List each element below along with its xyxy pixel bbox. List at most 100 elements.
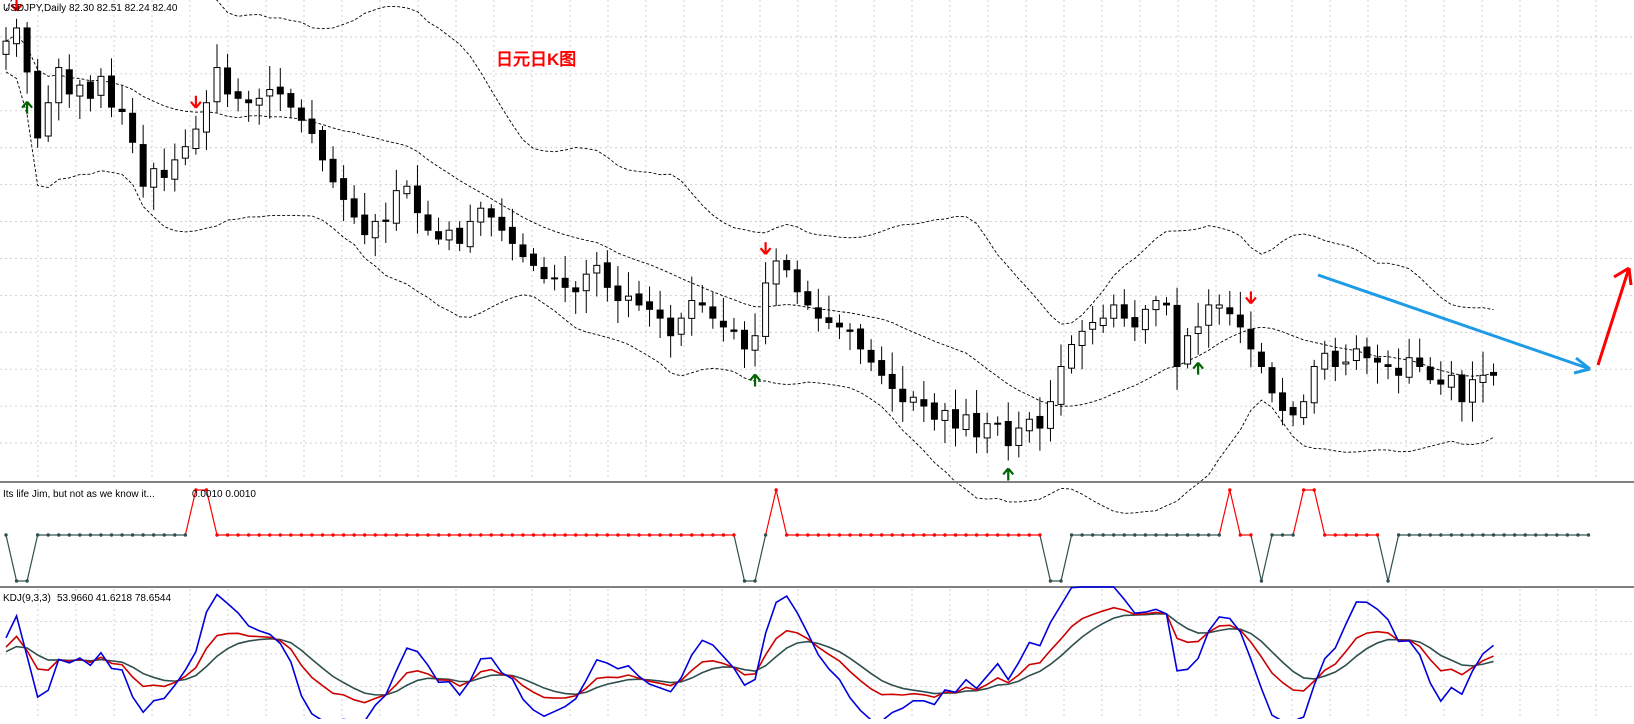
jim-point [1375,533,1380,537]
jim-point [943,533,947,537]
candle-body [698,302,706,306]
jim-point [320,533,325,537]
jim-point [479,533,483,537]
candle-body [1342,361,1350,365]
kdj-indicator-values: 53.9660 41.6218 78.6544 [57,593,171,604]
jim-point [996,533,1000,537]
candle-body [340,178,348,200]
jim-point [1449,533,1454,537]
jim-point [1555,533,1559,537]
jim-point [690,533,694,537]
jim-point [57,533,61,537]
candle-body [899,388,907,403]
jim-point [848,533,852,537]
jim-point [1323,533,1327,537]
kdj-indicator-label: KDJ(9,3,3) [3,593,51,604]
candle-body [55,67,63,104]
candle-body [65,69,73,95]
jim-point [4,533,8,537]
candle-body [846,329,854,332]
candle-body [1015,427,1023,446]
candle-body [1078,330,1086,346]
candle-body [656,309,664,319]
candle-body [1468,379,1476,403]
jim-point [816,533,821,537]
candle-body [1426,366,1434,381]
jim-point [331,533,335,537]
candle-body [1163,302,1170,306]
candle-body [1331,350,1339,367]
jim-point [542,533,546,537]
candle-body [1173,304,1181,367]
jim-point [922,533,926,537]
jim-point [246,533,251,537]
jim-point [1576,533,1580,537]
jim-point [67,533,72,537]
candle-body [2,40,10,55]
jim-point [1291,533,1295,537]
candle-body [1458,374,1466,403]
ohlc-readout: 82.30 82.51 82.24 82.40 [69,3,178,14]
jim-point [563,533,567,537]
candle-body [213,67,221,103]
candle-body [920,399,928,407]
jim-point [795,533,799,537]
jim-point [35,533,40,537]
candle-body [793,269,801,293]
candle-body [382,219,390,222]
candle-body [741,329,748,350]
jim-point [1418,533,1422,537]
candle-body [150,168,158,188]
candle-body [983,423,991,439]
jim-point [415,533,420,537]
candle-body [255,97,263,106]
candle-body [424,214,432,231]
jim-point [1534,533,1538,537]
jim-point [1512,533,1517,537]
jim-point [394,533,399,537]
jim-point [1280,533,1285,537]
candle-body [762,282,770,337]
jim-point [1059,579,1063,583]
candle-body [635,293,643,306]
jim-point [901,533,905,537]
candle-body [1490,371,1498,376]
jim-point [1112,533,1116,537]
pane-separator-2[interactable] [0,586,1634,588]
candle-body [202,102,210,133]
candle-body [350,198,358,218]
jim-point [774,488,778,492]
jim-point [1312,488,1316,492]
candle-body [287,93,295,108]
candle-body [1405,357,1413,378]
candle-body [1057,365,1065,405]
jim-indicator-values: 0.0010 0.0010 [192,489,256,500]
candle-body [371,220,379,239]
candle-body [1289,407,1297,416]
jim-point [837,533,842,537]
jim-point [1333,533,1338,537]
candle-body [266,89,274,97]
jim-point [1439,533,1443,537]
jim-point [447,533,451,537]
candle-body [329,158,337,183]
jim-point [732,533,736,537]
jim-point [1470,533,1475,537]
jim-point [742,579,747,583]
jim-point [574,533,578,537]
candle-body [825,317,833,324]
jim-point [363,533,367,537]
jim-point [806,533,810,537]
price-chart-svg[interactable]: USDJPY,Daily 82.30 82.51 82.24 82.40 日元日… [0,0,1634,722]
chart-window[interactable]: USDJPY,Daily 82.30 82.51 82.24 82.40 日元日… [0,0,1634,722]
candle-body [477,207,485,223]
candle-body [1384,364,1392,367]
jim-point [1249,533,1253,537]
jim-point [1048,579,1053,583]
pane-separator-1[interactable] [0,481,1634,483]
jim-point [278,533,282,537]
candle-body [593,264,601,274]
jim-point [869,533,873,537]
jim-point [468,533,472,537]
candle-body [952,409,959,429]
